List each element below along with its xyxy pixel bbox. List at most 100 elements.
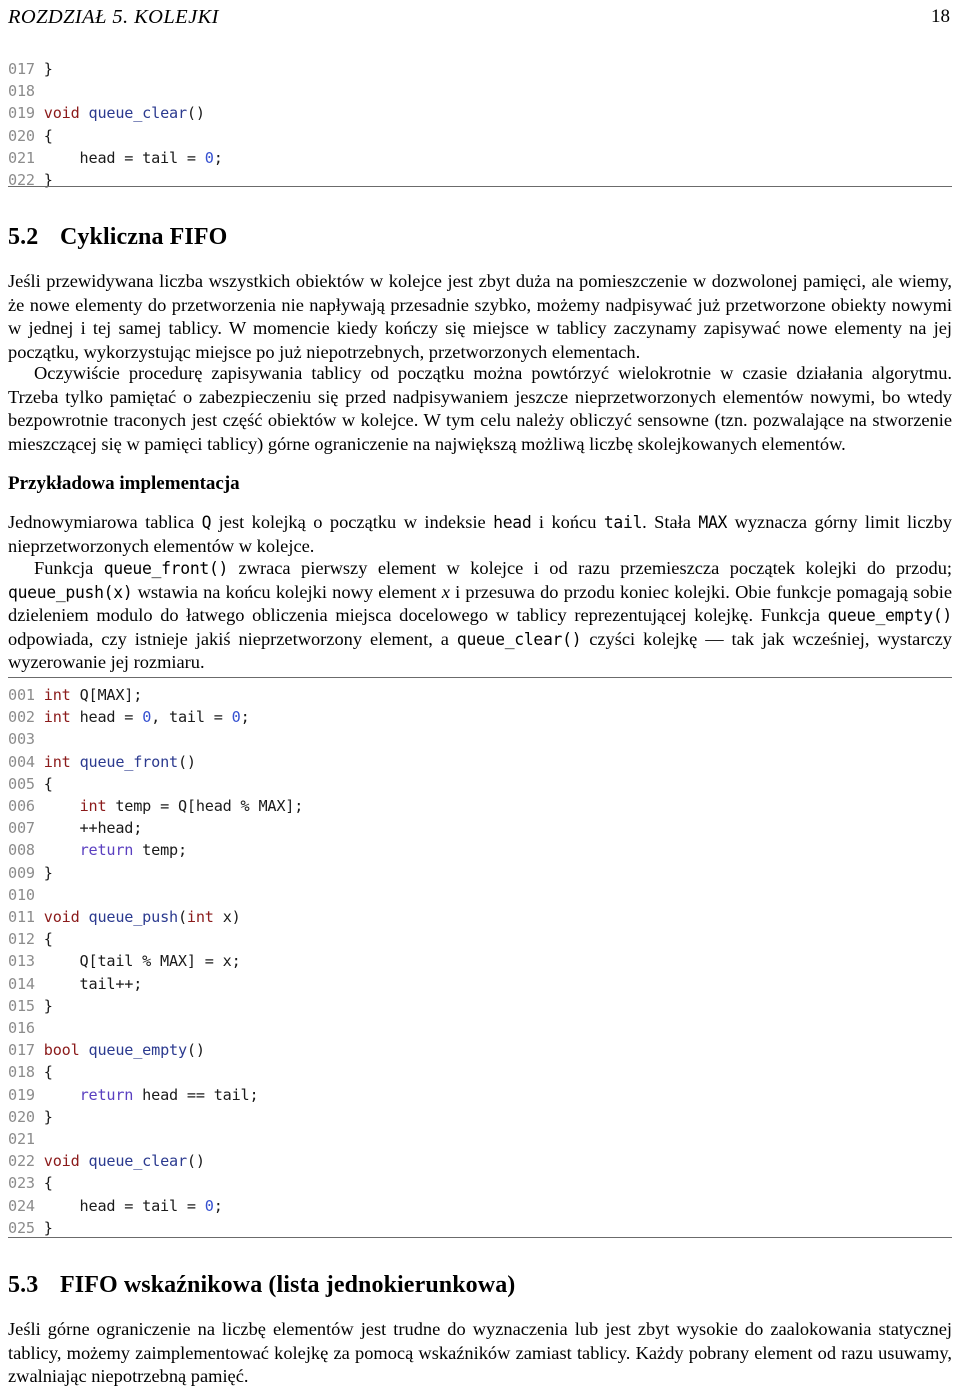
line-number: 007: [8, 819, 44, 838]
line-number: 002: [8, 708, 44, 727]
code-token: , tail =: [151, 708, 232, 727]
code-token: Q[MAX];: [70, 686, 143, 704]
p4-math-x: x: [441, 581, 450, 602]
code-token: head = tail =: [43, 1196, 205, 1215]
code-token: void: [43, 908, 80, 927]
code-token: ;: [240, 708, 250, 727]
code-token: queue_clear: [88, 104, 188, 123]
code-main-line: 015 }: [8, 995, 952, 1017]
code-main-line: 004 int queue_front(): [8, 751, 952, 773]
code-token: {: [43, 774, 53, 793]
running-header: ROZDZIAŁ 5. KOLEJKI 18: [8, 6, 950, 32]
code-main-line: 019 return head == tail;: [8, 1084, 952, 1106]
code-main-line: 006 int temp = Q[head % MAX];: [8, 795, 952, 817]
code-token: int: [43, 686, 71, 704]
code-token: {: [43, 1063, 53, 1082]
line-number: 010: [8, 885, 44, 904]
paragraph-block-4: Funkcja queue_front() zwraca pierwszy el…: [8, 557, 952, 675]
code-token: queue_clear: [88, 1152, 188, 1171]
code-token: int: [43, 752, 71, 771]
code-token: int: [186, 908, 214, 927]
line-number: 016: [8, 1019, 44, 1038]
code-main-line: 025 }: [8, 1217, 952, 1239]
code-main-line: 014 tail++;: [8, 973, 952, 995]
p3-code-head: head: [493, 513, 532, 532]
code-token: int: [43, 708, 71, 727]
p4-code-queue-empty: queue_empty(): [827, 606, 953, 626]
line-number: 021: [8, 148, 44, 167]
code-token: temp = Q[head % MAX];: [106, 797, 304, 816]
code-token: bool: [43, 1041, 80, 1060]
section-title-53: FIFO wskaźnikowa (lista jednokierunkowa): [60, 1272, 516, 1298]
line-number: 001: [8, 686, 44, 704]
code-main-line: 010: [8, 884, 952, 906]
line-number: 017: [8, 1041, 44, 1060]
code-token: head =: [70, 708, 143, 727]
code-token: {: [43, 930, 53, 949]
code-main-line: 009 }: [8, 862, 952, 884]
p4-text-5: odpowiada, czy istnieje jakiś nieprzetwo…: [8, 628, 457, 649]
code-token: 0: [204, 148, 214, 167]
line-number: 020: [8, 1107, 44, 1126]
p3-code-tail: tail: [603, 513, 643, 532]
code-continued-line: 018: [8, 80, 952, 102]
paragraph-block-5: Jeśli górne ograniczenie na liczbę eleme…: [8, 1318, 952, 1389]
code-main-line: 005 {: [8, 773, 952, 795]
line-number: 022: [8, 1152, 44, 1171]
code-main-line: 016: [8, 1017, 952, 1039]
section-heading-5-2: 5.2 Cykliczna FIFO: [8, 224, 952, 251]
p4-text-3: wstawia na końcu kolejki nowy element: [132, 581, 442, 602]
code-token: ;: [213, 1196, 223, 1215]
code-main-line: 021: [8, 1128, 952, 1150]
line-number: 003: [8, 730, 44, 749]
line-number: 020: [8, 126, 44, 145]
code-token: queue_front: [79, 752, 179, 771]
code-main-line: 007 ++head;: [8, 817, 952, 839]
code-token: ++head;: [43, 819, 143, 838]
code-token: (): [186, 1041, 205, 1060]
paragraph-3: Jednowymiarowa tablica Q jest kolejką o …: [8, 511, 952, 558]
section-title: Cykliczna FIFO: [60, 224, 228, 250]
code-token: }: [43, 996, 53, 1015]
line-number: 017: [8, 60, 44, 78]
p4-text-2: zwraca pierwszy element w kolejce i od r…: [228, 558, 952, 578]
code-main-line: 018 {: [8, 1061, 952, 1083]
code-token: void: [43, 104, 80, 123]
p4-code-queue-push: queue_push(x): [8, 582, 133, 602]
listing-main-bottom-rule: [8, 1237, 952, 1238]
line-number: 019: [8, 1085, 44, 1104]
code-main-line: 024 head = tail = 0;: [8, 1195, 952, 1217]
code-main-line: 003: [8, 728, 952, 750]
code-continued-line: 019 void queue_clear(): [8, 102, 952, 124]
line-number: 018: [8, 82, 44, 101]
p3-code-max: MAX: [698, 513, 728, 532]
listing-top-rule: [8, 677, 952, 678]
code-token: void: [43, 1152, 80, 1171]
code-token: 0: [231, 708, 241, 727]
code-main-line: 008 return temp;: [8, 839, 952, 861]
code-token: (): [186, 104, 205, 123]
code-continued-line: 022 }: [8, 169, 952, 191]
code-token: 0: [142, 708, 152, 727]
line-number: 008: [8, 841, 44, 860]
paragraph-5: Jeśli górne ograniczenie na liczbę eleme…: [8, 1319, 952, 1387]
code-token: (: [177, 908, 187, 927]
line-number: 013: [8, 952, 44, 971]
code-token: {: [43, 126, 53, 145]
code-token: {: [43, 1174, 53, 1193]
code-main-line: 012 {: [8, 928, 952, 950]
code-main-line: 020 }: [8, 1106, 952, 1128]
code-token: }: [43, 1218, 53, 1237]
code-token: x): [213, 908, 241, 927]
code-token: queue_empty: [88, 1041, 188, 1060]
code-token: (): [177, 752, 196, 771]
code-main-line: 001 int Q[MAX];: [8, 684, 952, 706]
code-main-line: 017 bool queue_empty(): [8, 1039, 952, 1061]
code-token: queue_push: [88, 908, 179, 927]
line-number: 005: [8, 774, 44, 793]
